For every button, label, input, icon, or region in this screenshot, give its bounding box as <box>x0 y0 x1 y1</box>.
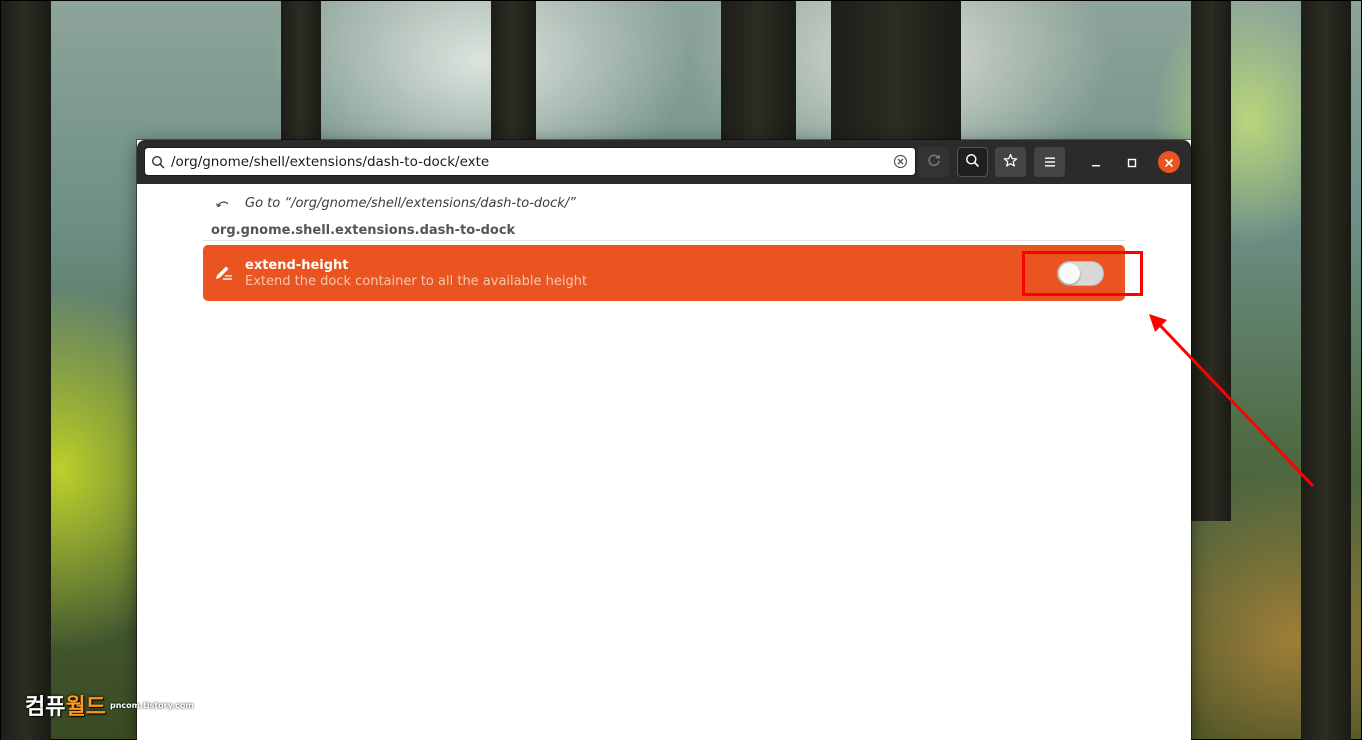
close-icon <box>1164 153 1174 172</box>
search-icon <box>965 153 980 172</box>
dconf-editor-window: Go to “/org/gnome/shell/extensions/dash-… <box>137 140 1191 740</box>
reload-icon <box>926 152 942 172</box>
path-search-input[interactable] <box>171 148 885 175</box>
bookmarks-button[interactable] <box>995 147 1026 177</box>
goto-folder-row[interactable]: Go to “/org/gnome/shell/extensions/dash-… <box>215 192 576 214</box>
schema-title: org.gnome.shell.extensions.dash-to-dock <box>211 223 516 238</box>
minimize-icon <box>1091 153 1101 172</box>
key-row-extend-height[interactable]: extend-height Extend the dock container … <box>203 245 1125 301</box>
annotation-highlight-box <box>1022 251 1143 296</box>
annotation-arrow-icon <box>1149 314 1315 488</box>
minimize-button[interactable] <box>1085 151 1107 173</box>
main-menu-button[interactable] <box>1034 147 1065 177</box>
search-toggle-button[interactable] <box>957 147 988 177</box>
watermark-site: pncom.tistory.com <box>109 700 194 710</box>
tree-trunk <box>491 1 536 151</box>
watermark-logo: 컴퓨월드 pncom.tistory.com <box>25 689 194 721</box>
edit-pencil-icon <box>203 264 245 282</box>
close-button[interactable] <box>1158 151 1180 173</box>
clear-search-icon[interactable] <box>885 154 915 169</box>
divider <box>203 240 1125 241</box>
watermark-brand: 컴퓨월드 <box>25 695 106 720</box>
star-icon <box>1003 153 1018 172</box>
reload-button[interactable] <box>918 147 949 177</box>
maximize-icon <box>1127 153 1137 172</box>
key-summary: Extend the dock container to all the ava… <box>245 273 588 289</box>
key-name: extend-height <box>245 257 349 273</box>
hamburger-menu-icon <box>1043 153 1057 172</box>
search-icon <box>145 155 171 169</box>
goto-folder-label: Go to “/org/gnome/shell/extensions/dash-… <box>245 195 576 211</box>
tree-trunk <box>1 1 51 740</box>
maximize-button[interactable] <box>1121 151 1143 173</box>
headerbar <box>137 140 1191 184</box>
path-search-entry[interactable] <box>144 147 916 176</box>
go-back-arrow-icon <box>215 194 231 213</box>
tree-trunk <box>721 1 796 151</box>
tree-trunk <box>831 1 961 151</box>
tree-trunk <box>281 1 321 151</box>
